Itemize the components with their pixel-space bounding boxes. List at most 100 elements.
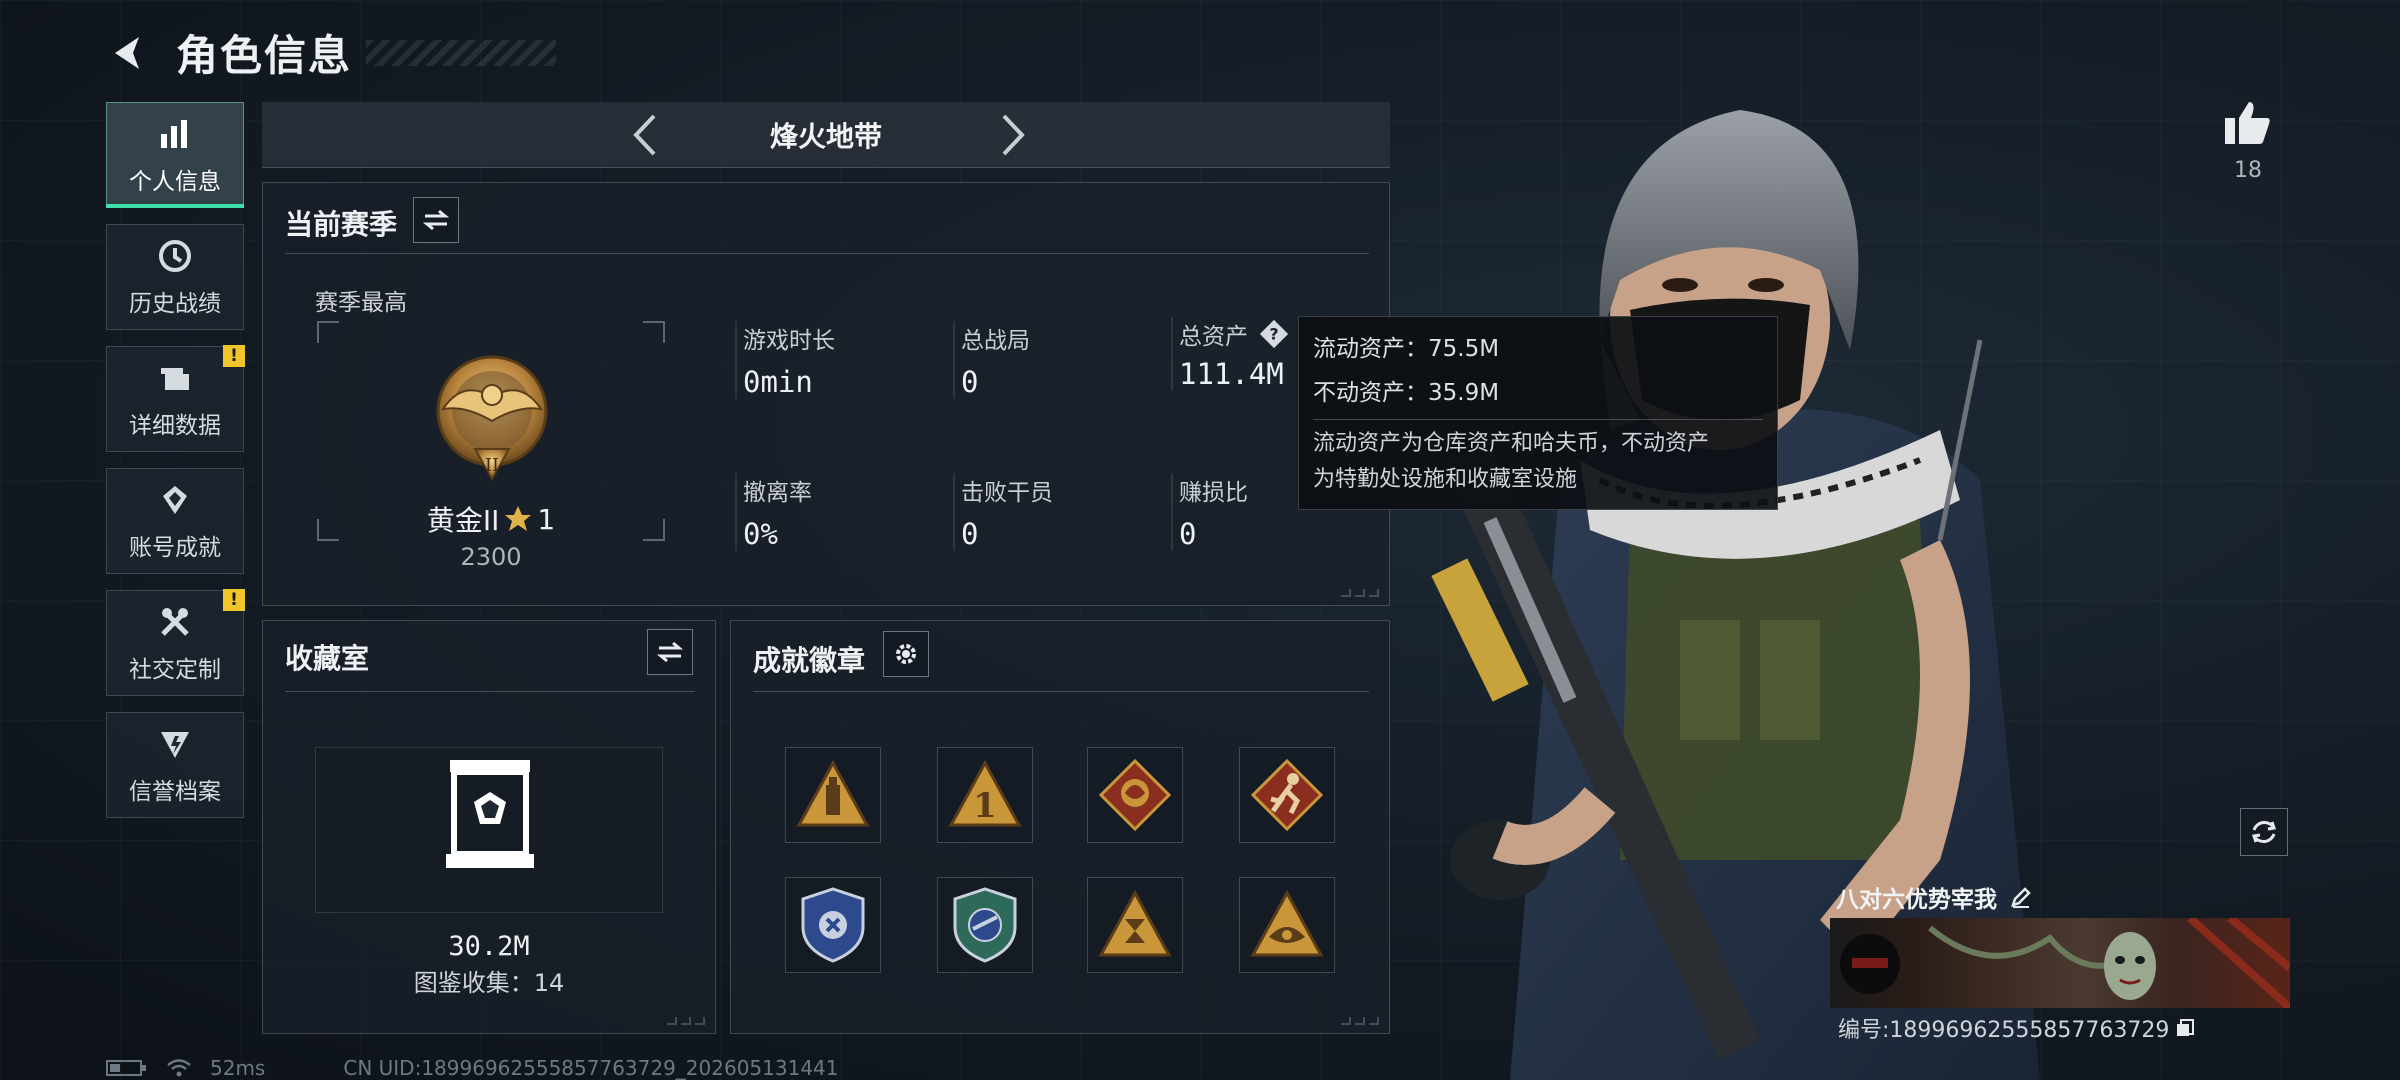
collection-value: 30.2M [448, 931, 530, 962]
nav-item-achievements[interactable]: 账号成就 [106, 468, 244, 574]
name-card-artwork [1840, 918, 2290, 1008]
tooltip-description-line2: 为特勤处设施和收藏室设施 [1313, 467, 1578, 492]
achievement-icon [155, 480, 195, 520]
nav-label: 账号成就 [129, 535, 221, 561]
card-id-row: 编号:18996962555857763729 [1838, 1012, 2195, 1044]
corner-decoration [667, 1017, 705, 1025]
badges-title: 成就徽章 [753, 644, 866, 677]
assets-tooltip: 流动资产：75.5M 不动资产：35.9M 流动资产为仓库资产和哈夫币，不动资产… [1298, 316, 1778, 510]
svg-text:1: 1 [973, 786, 997, 826]
side-nav: 个人信息 历史战绩 详细数据 ! 账号成就 社交定制 ! 信誉档案 [106, 102, 245, 818]
season-title: 当前赛季 [285, 208, 398, 241]
mode-selector: 烽火地带 [262, 102, 1390, 168]
chevron-left-icon [633, 114, 656, 156]
nav-item-personal-info[interactable]: 个人信息 [106, 102, 244, 208]
badge-dragon[interactable] [1087, 747, 1183, 843]
folder-icon [155, 358, 195, 398]
hourglass-badge-icon [1098, 889, 1172, 957]
badge-shield-blue[interactable] [785, 877, 881, 973]
stat-extraction-rate: 撤离率 0% [735, 473, 812, 551]
divider [285, 691, 695, 692]
prev-mode-button[interactable] [622, 112, 668, 158]
uid-text: CN UID:18996962555857763729_202605131441 [343, 1056, 839, 1080]
badge-bottle[interactable] [785, 747, 881, 843]
edit-icon[interactable] [2009, 885, 2033, 909]
player-card-name: 八对六优势宰我 [1836, 887, 1997, 913]
nav-label: 详细数据 [129, 413, 221, 439]
runner-badge-icon [1250, 758, 1324, 832]
svg-text:II: II [485, 455, 499, 476]
achievement-badges-panel: 成就徽章 1 [730, 620, 1390, 1034]
mode-name: 烽火地带 [769, 119, 882, 153]
collection-count: 图鉴收集：14 [413, 969, 565, 997]
star-icon [505, 506, 532, 531]
nav-item-credit-file[interactable]: 信誉档案 [106, 712, 244, 818]
title-decoration [366, 39, 557, 66]
gold-rank-emblem-icon: II [436, 355, 548, 482]
number-one-badge-icon: 1 [948, 759, 1022, 827]
corner-decoration [1341, 1017, 1379, 1025]
status-bar: 52ms CN UID:18996962555857763729_2026051… [106, 1056, 839, 1080]
like-count: 18 [2234, 158, 2262, 183]
badge-shield-green[interactable] [937, 877, 1033, 973]
nav-label: 历史战绩 [129, 291, 221, 317]
player-id: 编号:18996962555857763729 [1838, 1018, 2170, 1043]
copy-icon[interactable] [2175, 1018, 2195, 1038]
nav-item-social-custom[interactable]: 社交定制 ! [106, 589, 245, 696]
tools-icon [155, 602, 195, 642]
credit-icon [155, 724, 195, 764]
shield-green-badge-icon [953, 887, 1017, 963]
rank-score: 2300 [460, 543, 522, 571]
stat-profit-ratio: 赚损比 0 [1171, 473, 1248, 551]
badge-eye[interactable] [1239, 877, 1335, 973]
nav-label: 社交定制 [129, 657, 221, 683]
badge-hourglass[interactable] [1087, 877, 1183, 973]
season-panel: 当前赛季 赛季最高 II 黄金II 1 2300 游戏时长 0min 总战局 0… [262, 182, 1390, 606]
badge-number-one[interactable]: 1 [937, 747, 1033, 843]
collection-switch-button[interactable] [647, 629, 693, 675]
swap-icon [423, 209, 449, 231]
collection-title: 收藏室 [285, 642, 370, 675]
collection-frame [315, 747, 663, 913]
season-best-label: 赛季最高 [315, 290, 407, 316]
stat-total-matches: 总战局 0 [953, 321, 1030, 399]
refresh-button[interactable] [2240, 808, 2288, 856]
tooltip-fixed-assets: 不动资产：35.9M [1313, 380, 1500, 406]
refresh-icon [2252, 821, 2276, 843]
badge-runner[interactable] [1239, 747, 1335, 843]
swap-icon [657, 641, 683, 663]
dragon-badge-icon [1098, 758, 1172, 832]
divider [753, 691, 1369, 692]
ping-value: 52ms [210, 1056, 266, 1080]
svg-text:?: ? [1269, 325, 1278, 344]
gear-icon [896, 644, 916, 664]
like-button[interactable] [2220, 98, 2276, 148]
badges-settings-button[interactable] [883, 631, 929, 677]
tooltip-description-line1: 流动资产为仓库资产和哈夫币，不动资产 [1313, 431, 1710, 456]
name-card-header: 八对六优势宰我 [1836, 880, 2033, 914]
corner-decoration [1341, 589, 1379, 597]
chevron-right-icon [1002, 114, 1025, 156]
battery-icon [106, 1060, 146, 1076]
rank-frame: II 黄金II 1 2300 [317, 321, 665, 571]
bar-chart-icon [155, 114, 195, 154]
history-icon [155, 236, 195, 276]
next-mode-button[interactable] [990, 112, 1036, 158]
stat-total-assets: 总资产 ? 111.4M [1171, 317, 1290, 391]
help-icon[interactable]: ? [1258, 318, 1290, 350]
rank-name-row: 黄金II 1 [317, 499, 665, 539]
collection-panel[interactable]: 收藏室 30.2M 图鉴收集：14 [262, 620, 716, 1034]
tooltip-liquid-assets: 流动资产：75.5M [1313, 336, 1500, 362]
season-switch-button[interactable] [413, 197, 459, 243]
display-case-icon [446, 760, 534, 868]
alert-badge: ! [223, 589, 245, 611]
wifi-icon [167, 1059, 191, 1077]
nav-label: 信誉档案 [129, 779, 221, 805]
back-arrow-icon [115, 36, 139, 69]
name-card-banner[interactable] [1830, 918, 2290, 1008]
nav-item-detailed-data[interactable]: 详细数据 ! [106, 345, 245, 452]
back-button[interactable] [106, 30, 152, 76]
stat-operators-defeated: 击败干员 0 [953, 473, 1053, 551]
nav-item-history[interactable]: 历史战绩 [106, 224, 244, 330]
stat-play-time: 游戏时长 0min [735, 321, 835, 399]
